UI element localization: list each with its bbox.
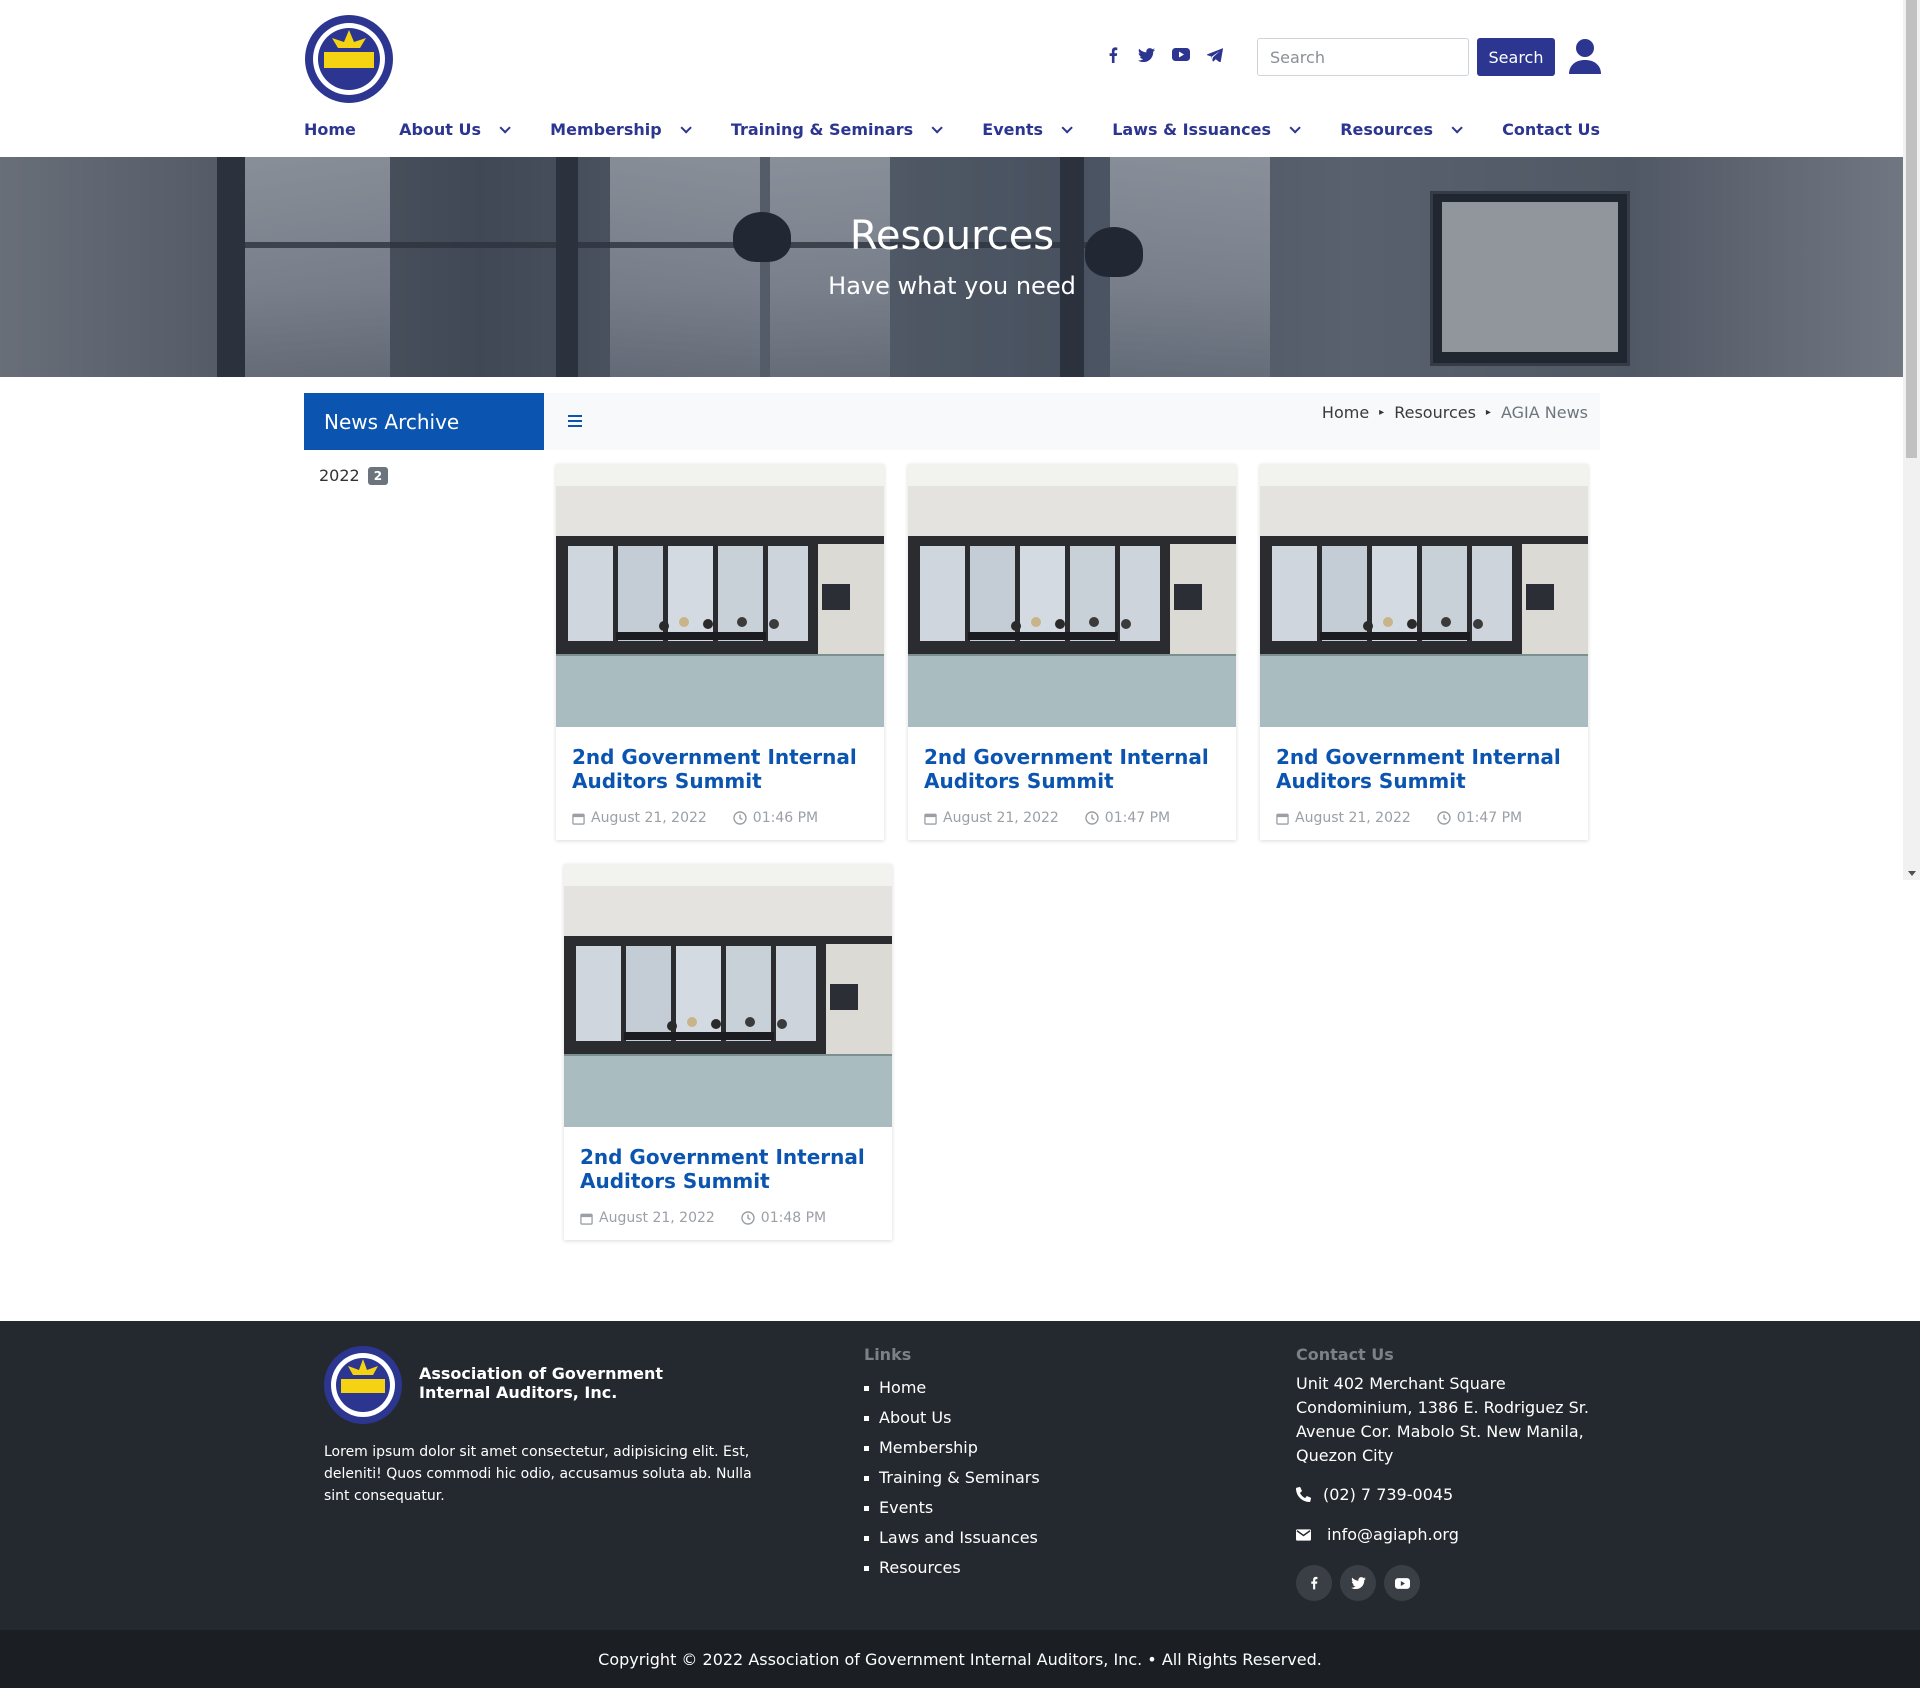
- footer-description: Lorem ipsum dolor sit amet consectetur, …: [324, 1444, 752, 1504]
- footer-social-links: [1296, 1565, 1420, 1601]
- footer-link-resources[interactable]: Resources: [864, 1553, 1040, 1583]
- content-toolbar: Home ▸ Resources ▸ AGIA News: [544, 393, 1600, 450]
- twitter-icon[interactable]: [1136, 44, 1157, 65]
- news-card-image[interactable]: [1260, 464, 1588, 727]
- user-account-icon[interactable]: [1568, 38, 1602, 74]
- telegram-icon[interactable]: [1204, 44, 1225, 65]
- news-card-time: 01:48 PM: [760, 1210, 827, 1226]
- footer-contact-heading: Contact Us: [1296, 1345, 1394, 1364]
- clock-icon: [741, 1211, 755, 1225]
- footer-link-membership[interactable]: Membership: [864, 1433, 1040, 1463]
- news-card[interactable]: 2nd Government Internal Auditors Summit …: [1260, 464, 1588, 840]
- footer-link-about-us[interactable]: About Us: [864, 1403, 1040, 1433]
- news-card-title[interactable]: 2nd Government Internal Auditors Summit: [580, 1145, 880, 1193]
- chevron-right-icon: ▸: [1379, 407, 1385, 418]
- footer-links-list: Home About Us Membership Training & Semi…: [864, 1373, 1040, 1583]
- nav-resources[interactable]: Resources: [1340, 120, 1463, 139]
- twitter-icon[interactable]: [1340, 1565, 1376, 1601]
- chevron-down-icon: [1061, 121, 1073, 134]
- calendar-icon: [924, 813, 937, 825]
- main-nav: Home About Us Membership Training & Semi…: [304, 120, 1600, 139]
- archive-year-2022[interactable]: 2022 2: [319, 466, 389, 485]
- search-button[interactable]: Search: [1477, 38, 1555, 76]
- news-card-time: 01:47 PM: [1104, 810, 1171, 826]
- news-card-date: August 21, 2022: [943, 810, 1059, 826]
- news-card-meta: August 21, 2022 01:47 PM: [1276, 810, 1522, 826]
- header-social-links: [1102, 44, 1225, 65]
- hero-title: Resources: [849, 213, 1055, 259]
- news-card-image[interactable]: [556, 464, 884, 727]
- chevron-down-icon: [499, 121, 511, 134]
- nav-contact-us[interactable]: Contact Us: [1502, 120, 1600, 139]
- youtube-icon[interactable]: [1384, 1565, 1420, 1601]
- facebook-icon[interactable]: [1296, 1565, 1332, 1601]
- news-card-date: August 21, 2022: [591, 810, 707, 826]
- page-hero-banner: Resources Have what you need: [0, 157, 1920, 377]
- news-card-meta: August 21, 2022 01:48 PM: [580, 1210, 826, 1226]
- menu-toggle-icon[interactable]: [568, 415, 582, 430]
- news-card-meta: August 21, 2022 01:47 PM: [924, 810, 1170, 826]
- news-card-meta: August 21, 2022 01:46 PM: [572, 810, 818, 826]
- chevron-down-icon: [680, 121, 692, 134]
- footer-address: Unit 402 Merchant Square Condominium, 13…: [1296, 1374, 1589, 1465]
- news-card[interactable]: 2nd Government Internal Auditors Summit …: [556, 464, 884, 840]
- chevron-down-icon: [1451, 121, 1463, 134]
- copyright-bar: Copyright © 2022 Association of Governme…: [0, 1630, 1920, 1688]
- breadcrumb: Home ▸ Resources ▸ AGIA News: [1322, 403, 1588, 422]
- news-card-title[interactable]: 2nd Government Internal Auditors Summit: [924, 745, 1224, 793]
- nav-membership[interactable]: Membership: [550, 120, 692, 139]
- footer-link-home[interactable]: Home: [864, 1373, 1040, 1403]
- nav-home[interactable]: Home: [304, 120, 356, 139]
- news-card-date: August 21, 2022: [1295, 810, 1411, 826]
- youtube-icon[interactable]: [1170, 44, 1191, 65]
- clock-icon: [1085, 811, 1099, 825]
- footer-org-name: Association of Government Internal Audit…: [419, 1364, 664, 1402]
- news-card-image[interactable]: [564, 864, 892, 1127]
- news-card-title[interactable]: 2nd Government Internal Auditors Summit: [1276, 745, 1576, 793]
- calendar-icon: [1276, 813, 1289, 825]
- chevron-down-icon: [1289, 121, 1301, 134]
- news-card-date: August 21, 2022: [599, 1210, 715, 1226]
- nav-events[interactable]: Events: [982, 120, 1073, 139]
- news-archive-heading: News Archive: [304, 393, 544, 450]
- phone-icon: [1296, 1487, 1311, 1502]
- clock-icon: [1437, 811, 1451, 825]
- nav-training-seminars[interactable]: Training & Seminars: [731, 120, 943, 139]
- scroll-down-arrow-icon[interactable]: [1908, 871, 1916, 876]
- calendar-icon: [580, 1213, 593, 1225]
- nav-about-us[interactable]: About Us: [399, 120, 511, 139]
- footer-link-laws[interactable]: Laws and Issuances: [864, 1523, 1040, 1553]
- hero-subtitle: Have what you need: [828, 272, 1076, 300]
- news-card[interactable]: 2nd Government Internal Auditors Summit …: [908, 464, 1236, 840]
- nav-laws-issuances[interactable]: Laws & Issuances: [1112, 120, 1301, 139]
- footer-phone: (02) 7 739-0045: [1296, 1485, 1453, 1504]
- footer-link-events[interactable]: Events: [864, 1493, 1040, 1523]
- breadcrumb-home[interactable]: Home: [1322, 403, 1369, 422]
- news-card[interactable]: 2nd Government Internal Auditors Summit …: [564, 864, 892, 1240]
- envelope-icon: [1296, 1528, 1311, 1541]
- page-scrollbar[interactable]: [1903, 0, 1920, 880]
- site-header: Search Home About Us Membership Training…: [0, 0, 1920, 157]
- facebook-icon[interactable]: [1102, 44, 1123, 65]
- news-card-title[interactable]: 2nd Government Internal Auditors Summit: [572, 745, 872, 793]
- chevron-right-icon: ▸: [1485, 407, 1491, 418]
- footer-link-training[interactable]: Training & Seminars: [864, 1463, 1040, 1493]
- breadcrumb-current: AGIA News: [1500, 403, 1588, 422]
- site-footer: Association of Government Internal Audit…: [0, 1321, 1920, 1630]
- clock-icon: [733, 811, 747, 825]
- scrollbar-thumb[interactable]: [1906, 0, 1917, 458]
- search-input[interactable]: [1257, 38, 1469, 76]
- chevron-down-icon: [931, 121, 943, 134]
- archive-count-badge: 2: [367, 466, 389, 485]
- footer-email: info@agiaph.org: [1296, 1525, 1459, 1544]
- footer-links-heading: Links: [864, 1345, 912, 1364]
- news-card-time: 01:47 PM: [1456, 810, 1523, 826]
- footer-agia-logo: [324, 1346, 402, 1424]
- calendar-icon: [572, 813, 585, 825]
- breadcrumb-resources[interactable]: Resources: [1394, 403, 1476, 422]
- news-card-image[interactable]: [908, 464, 1236, 727]
- news-card-time: 01:46 PM: [752, 810, 819, 826]
- agia-logo[interactable]: [304, 14, 394, 104]
